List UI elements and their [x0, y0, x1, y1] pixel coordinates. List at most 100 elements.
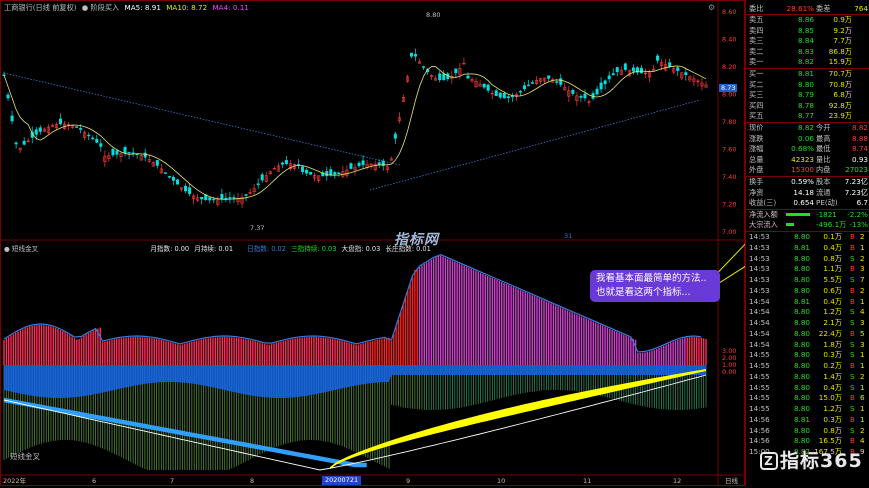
- candle-body: [522, 85, 526, 89]
- tick-row: 14:53 8.80 0.6万 B 2: [746, 286, 869, 295]
- candle-body: [482, 83, 486, 88]
- stat-label-2: 量比: [816, 154, 831, 164]
- sell-price: 8.85: [797, 25, 814, 35]
- callout-box: 我看基本面最简单的方法.. 也就是看这两个指标...: [590, 270, 720, 302]
- tick-time: 14:54: [749, 328, 770, 338]
- candle-body: [599, 82, 603, 90]
- tick-time: 14:53: [749, 253, 770, 263]
- stat-label: 总量: [749, 154, 764, 164]
- tick-count: 2: [860, 253, 865, 263]
- stat-row: 净资 14.18 流通 7.23亿: [746, 188, 869, 197]
- tick-count: 4: [860, 307, 865, 317]
- tick-time: 14:53: [749, 285, 770, 295]
- buy-label: 买一: [749, 69, 764, 78]
- stat-label-2: 最高: [816, 133, 831, 143]
- sell-price: 8.82: [797, 57, 814, 67]
- tick-time: 14:56: [749, 436, 770, 446]
- candle-body: [175, 179, 179, 185]
- candle-body: [494, 90, 498, 96]
- candle-body: [115, 150, 119, 155]
- stat-label: 收益(三): [749, 198, 777, 208]
- candle-body: [224, 197, 228, 200]
- candle-body: [623, 63, 627, 70]
- stat-value-2: 8.82: [851, 123, 868, 132]
- buy-volume: 6.8万: [833, 90, 852, 100]
- tick-price: 8.81: [793, 242, 810, 252]
- tick-volume: 0.4万: [823, 296, 842, 306]
- tick-volume: 0.1万: [823, 232, 842, 241]
- candle-body: [349, 163, 353, 169]
- stat-value: 15300: [791, 165, 814, 175]
- tick-volume: 22.4万: [818, 328, 842, 338]
- tick-price: 8.80: [793, 371, 810, 381]
- tick-volume: 5.5万: [823, 275, 842, 284]
- tick-count: 1: [860, 242, 865, 252]
- time-tick-label: 9: [406, 477, 410, 485]
- time-tick-label: 11: [583, 477, 591, 485]
- candle-body: [422, 66, 426, 68]
- candle-body: [188, 187, 192, 194]
- candle-body: [547, 75, 551, 79]
- flow-bar: [786, 223, 794, 227]
- tick-time: 14:55: [749, 404, 770, 413]
- tick-volume: 1.2万: [823, 404, 842, 413]
- stat-value-2: 6.7: [856, 198, 868, 208]
- candle-body: [611, 73, 615, 76]
- tick-row: 14:54 8.80 1.8万 S 3: [746, 340, 869, 349]
- tick-side: S: [850, 382, 855, 392]
- candle-body: [555, 81, 559, 83]
- tick-count: 3: [860, 318, 865, 327]
- stat-label: 净资: [749, 187, 764, 197]
- candle-body: [393, 133, 397, 139]
- candle-body: [639, 67, 643, 74]
- tick-row: 14:56 8.80 16.5万 B 4: [746, 436, 869, 445]
- tick-time: 14:55: [749, 361, 770, 370]
- stat-value-2: 8.88: [851, 133, 868, 143]
- stat-value: 0.59%: [791, 177, 814, 186]
- lower-legend-v1: 月指数: 0.00: [150, 245, 190, 253]
- settings-icon[interactable]: ⚙: [708, 3, 715, 12]
- candle-body: [212, 198, 216, 201]
- stat-value-2: 8.74: [851, 144, 868, 154]
- tick-volume: 1.1万: [823, 264, 842, 274]
- tick-volume: 0.6万: [823, 285, 842, 295]
- chart-area[interactable]: 8.60 8.40 8.20 8.00 7.80 7.60 7.40 7.20 7.00 3.0…: [0, 0, 866, 486]
- stat-label-2: 内盘: [816, 165, 831, 175]
- candle-body: [280, 162, 284, 165]
- tick-price: 8.81: [793, 414, 810, 424]
- tick-row: 14:55 8.80 1.4万 S 2: [746, 372, 869, 381]
- tick-row: 14:53 8.80 0.8万 S 2: [746, 254, 869, 263]
- sell-price: 8.84: [797, 36, 814, 46]
- candle-body: [337, 172, 341, 175]
- candle-body: [676, 67, 680, 71]
- sell-label: 卖五: [749, 15, 764, 24]
- tick-row: 14:55 8.80 0.4万 S 1: [746, 383, 869, 392]
- tick-side: S: [850, 371, 855, 381]
- buy-price: 8.80: [797, 79, 814, 89]
- tick-row: 14:53 8.80 1.1万 B 3: [746, 264, 869, 273]
- tick-side: B: [850, 296, 855, 306]
- tick-side: B: [850, 414, 855, 424]
- tick-row: 14:54 8.80 22.4万 B 5: [746, 329, 869, 338]
- candle-body: [498, 92, 502, 98]
- candle-body: [244, 194, 248, 196]
- tick-price: 8.80: [793, 328, 810, 338]
- buy-label: 买四: [749, 100, 764, 110]
- sell-level-row: 卖五 8.86 0.9万: [746, 15, 869, 24]
- stat-row: 涨幅 0.68% 最低 8.74: [746, 144, 869, 153]
- flow-row: 大宗流入 -496.1万 -13%: [746, 220, 869, 229]
- flow-row: 净流入额 -1821 -2.2%: [746, 210, 869, 219]
- tick-row: 14:53 8.80 5.5万 S 7: [746, 275, 869, 284]
- buy-level-row: 买三 8.79 6.8万: [746, 90, 869, 99]
- tick-side: B: [850, 361, 855, 370]
- stat-label-2: 股本: [816, 177, 831, 186]
- candle-body: [79, 128, 83, 130]
- tick-side: B: [850, 436, 855, 446]
- legend-indicator: ● 阶段买入: [81, 3, 120, 12]
- buy-level-row: 买五 8.77 23.9万: [746, 111, 869, 120]
- tick-time: 14:56: [749, 414, 770, 424]
- candle-body: [184, 185, 188, 192]
- tick-row: 14:55 8.80 0.2万 B 1: [746, 361, 869, 370]
- callout-line-2: 也就是看这两个指标...: [596, 287, 691, 298]
- candle-body: [34, 129, 38, 135]
